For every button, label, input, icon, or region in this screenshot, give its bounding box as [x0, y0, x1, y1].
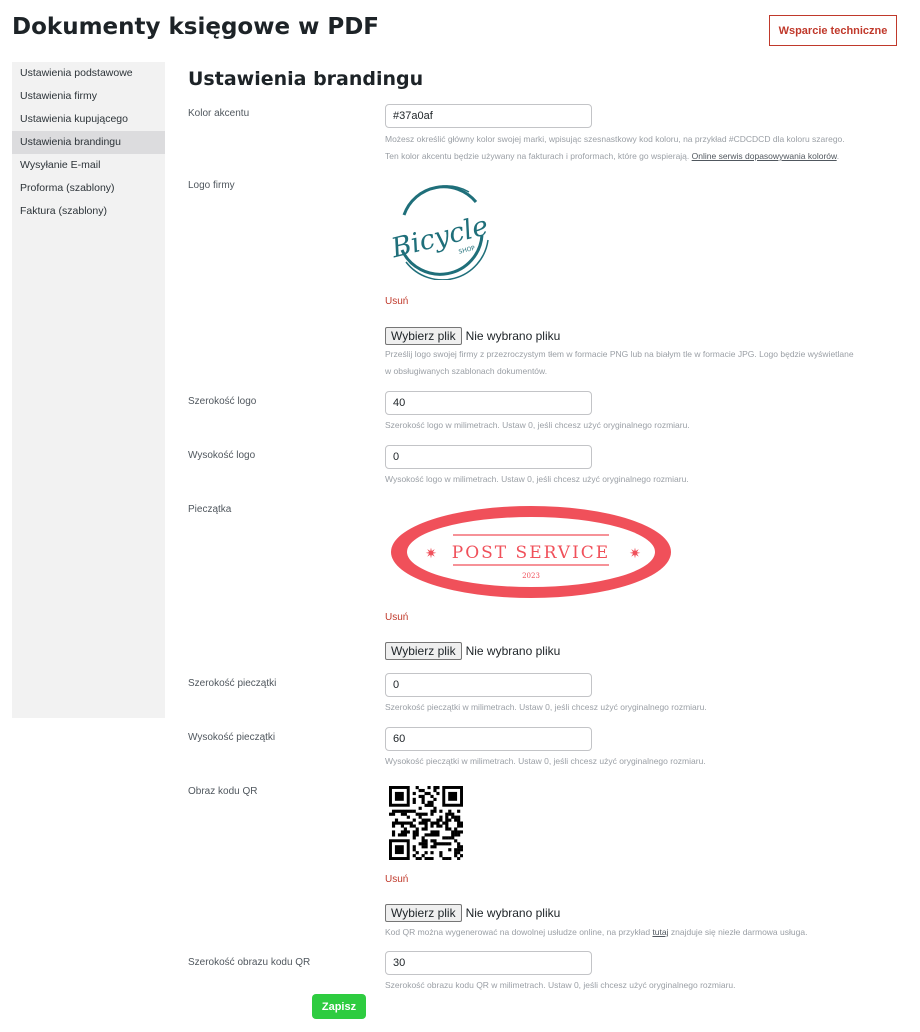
logo-height-input[interactable]	[385, 445, 592, 469]
accent-label: Kolor akcentu	[188, 108, 250, 119]
settings-sidebar: Ustawienia podstawowe Ustawienia firmy U…	[12, 62, 165, 718]
section-title: Ustawienia brandingu	[188, 68, 424, 90]
logo-desc-line2: w obsługiwanych szablonach dokumentów.	[385, 366, 548, 376]
sidebar-item-branding[interactable]: Ustawienia brandingu	[12, 131, 165, 154]
stamp-choose-file-button[interactable]: Wybierz plik	[385, 642, 462, 660]
sidebar-item-proforma[interactable]: Proforma (szablony)	[12, 177, 165, 200]
logo-choose-file-button[interactable]: Wybierz plik	[385, 327, 462, 345]
logo-file-input[interactable]: Wybierz plik Nie wybrano pliku	[385, 327, 560, 345]
qr-file-input[interactable]: Wybierz plik Nie wybrano pliku	[385, 904, 560, 922]
qr-desc-pre: Kod QR można wygenerować na dowolnej usł…	[385, 927, 653, 937]
qr-label: Obraz kodu QR	[188, 786, 258, 797]
qr-remove-link[interactable]: Usuń	[385, 874, 408, 885]
stamp-width-input[interactable]	[385, 673, 592, 697]
qr-choose-file-button[interactable]: Wybierz plik	[385, 904, 462, 922]
stamp-height-input[interactable]	[385, 727, 592, 751]
accent-description: Możesz określić główny kolor swojej mark…	[385, 131, 845, 165]
stamp-text: POST SERVICE	[452, 543, 610, 563]
stamp-image: POST SERVICE 2023 ✷ ✷	[391, 506, 671, 598]
qr-service-link[interactable]: tutaj	[652, 927, 668, 937]
stamp-file-status: Nie wybrano pliku	[465, 644, 561, 658]
accent-color-input[interactable]	[385, 104, 592, 128]
sidebar-item-company[interactable]: Ustawienia firmy	[12, 85, 165, 108]
page-title: Dokumenty księgowe w PDF	[12, 14, 380, 40]
qr-description: Kod QR można wygenerować na dowolnej usł…	[385, 924, 807, 941]
qr-code-image	[389, 786, 463, 860]
accent-desc-line1: Możesz określić główny kolor swojej mark…	[385, 134, 845, 144]
qr-file-status: Nie wybrano pliku	[465, 906, 561, 920]
stamp-width-description: Szerokość pieczątki w milimetrach. Ustaw…	[385, 702, 707, 712]
logo-width-label: Szerokość logo	[188, 396, 257, 407]
company-logo-image: Bicycle SHOP	[387, 185, 491, 280]
color-service-link[interactable]: Online serwis dopasowywania kolorów	[692, 151, 837, 161]
stamp-star-right: ✷	[629, 545, 641, 561]
qr-width-label: Szerokość obrazu kodu QR	[188, 957, 311, 968]
logo-height-description: Wysokość logo w milimetrach. Ustaw 0, je…	[385, 474, 689, 484]
save-button[interactable]: Zapisz	[312, 994, 366, 1019]
stamp-width-label: Szerokość pieczątki	[188, 678, 277, 689]
stamp-file-input[interactable]: Wybierz plik Nie wybrano pliku	[385, 642, 560, 660]
stamp-year: 2023	[522, 572, 540, 580]
logo-remove-link[interactable]: Usuń	[385, 296, 408, 307]
sidebar-item-basic[interactable]: Ustawienia podstawowe	[12, 62, 165, 85]
accent-desc-line2: Ten kolor akcentu będzie używany na fakt…	[385, 151, 692, 161]
logo-description: Prześlij logo swojej firmy z przezroczys…	[385, 346, 854, 380]
logo-file-status: Nie wybrano pliku	[465, 329, 561, 343]
stamp-star-left: ✷	[425, 545, 437, 561]
stamp-remove-link[interactable]: Usuń	[385, 612, 408, 623]
support-button[interactable]: Wsparcie techniczne	[769, 15, 897, 46]
accent-desc-end: .	[836, 151, 840, 161]
logo-label: Logo firmy	[188, 180, 235, 191]
sidebar-item-invoice[interactable]: Faktura (szablony)	[12, 200, 165, 223]
logo-height-label: Wysokość logo	[188, 450, 256, 461]
logo-desc-line1: Prześlij logo swojej firmy z przezroczys…	[385, 349, 854, 359]
stamp-height-description: Wysokość pieczątki w milimetrach. Ustaw …	[385, 756, 706, 766]
logo-width-description: Szerokość logo w milimetrach. Ustaw 0, j…	[385, 420, 690, 430]
sidebar-item-email[interactable]: Wysyłanie E-mail	[12, 154, 165, 177]
logo-width-input[interactable]	[385, 391, 592, 415]
stamp-height-label: Wysokość pieczątki	[188, 732, 276, 743]
stamp-label: Pieczątka	[188, 504, 232, 515]
qr-width-input[interactable]	[385, 951, 592, 975]
qr-width-description: Szerokość obrazu kodu QR w milimetrach. …	[385, 980, 736, 990]
sidebar-item-buyer[interactable]: Ustawienia kupującego	[12, 108, 165, 131]
qr-desc-post: znajduje się niezłe darmowa usługa.	[668, 927, 808, 937]
